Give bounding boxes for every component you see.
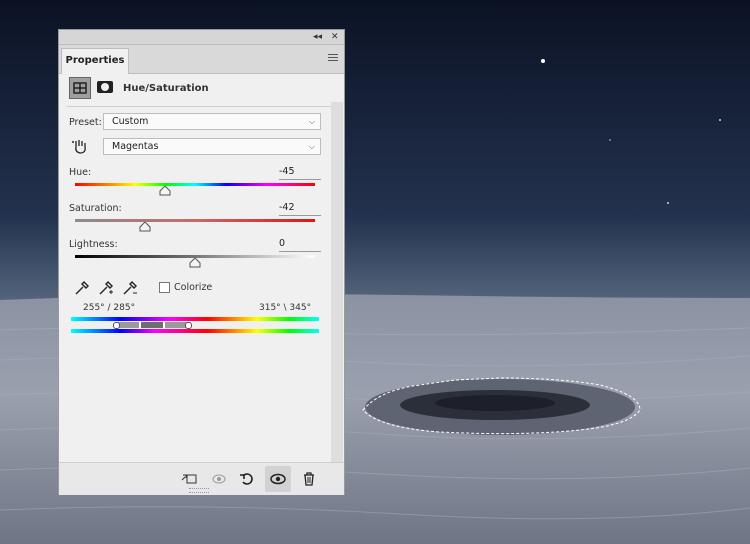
divider <box>67 106 333 107</box>
collapse-panel-icon[interactable]: ◂◂ <box>313 30 322 44</box>
mask-icon[interactable] <box>95 77 117 99</box>
preset-label: Preset: <box>69 117 102 128</box>
panel-menu-icon[interactable] <box>328 54 338 63</box>
resize-grip[interactable] <box>189 488 209 493</box>
range-handle-inner-right[interactable] <box>163 321 165 329</box>
tab-row: Properties <box>59 45 344 74</box>
visibility-eye-icon[interactable] <box>265 466 291 492</box>
tab-properties[interactable]: Properties <box>61 48 129 74</box>
lightness-slider-thumb[interactable] <box>189 258 201 268</box>
range-left-readout: 255° / 285° <box>83 303 136 313</box>
clip-to-layer-icon[interactable] <box>181 471 197 487</box>
close-icon[interactable]: ✕ <box>331 30 339 44</box>
hue-label: Hue: <box>69 167 92 178</box>
adjustment-title: Hue/Saturation <box>123 83 209 94</box>
range-handle-outer-left[interactable] <box>113 322 120 329</box>
saturation-value[interactable]: -42 <box>279 202 321 216</box>
targeted-adjustment-hand-icon[interactable] <box>71 137 89 155</box>
saturation-slider-track[interactable] <box>75 219 315 222</box>
chevron-down-icon: ⌵ <box>308 142 315 151</box>
view-previous-state-icon[interactable] <box>211 471 227 487</box>
range-right-readout: 315° \ 345° <box>259 303 312 313</box>
lightness-value[interactable]: 0 <box>279 238 321 252</box>
eyedropper-icon[interactable] <box>73 279 91 297</box>
preset-dropdown[interactable]: Custom ⌵ <box>103 113 321 130</box>
source-color-bar <box>71 317 319 321</box>
hue-slider-track[interactable] <box>75 183 315 186</box>
range-center[interactable] <box>141 322 163 328</box>
eyedropper-add-icon[interactable] <box>97 279 115 297</box>
hue-value[interactable]: -45 <box>279 166 321 180</box>
scrollbar[interactable] <box>331 102 343 462</box>
range-handle-outer-right[interactable] <box>185 322 192 329</box>
chevron-down-icon: ⌵ <box>308 117 315 126</box>
saturation-label: Saturation: <box>69 203 122 214</box>
hue-slider-thumb[interactable] <box>159 186 171 196</box>
result-color-bar <box>71 329 319 333</box>
adjustment-layer-icon[interactable] <box>69 77 91 99</box>
range-selector[interactable] <box>113 321 192 329</box>
channel-dropdown[interactable]: Magentas ⌵ <box>103 138 321 155</box>
channel-value: Magentas <box>112 141 159 152</box>
colorize-checkbox[interactable] <box>159 282 170 293</box>
trash-icon[interactable] <box>301 471 317 487</box>
range-handle-inner-left[interactable] <box>139 321 141 329</box>
properties-panel: ◂◂ ✕ Properties Hue/Saturation Preset: C… <box>58 29 345 495</box>
preset-value: Custom <box>112 116 149 127</box>
panel-title-bar[interactable]: ◂◂ ✕ <box>59 30 344 45</box>
colorize-label: Colorize <box>174 282 213 293</box>
saturation-slider-thumb[interactable] <box>139 222 151 232</box>
reset-icon[interactable] <box>239 471 255 487</box>
eyedropper-subtract-icon[interactable] <box>121 279 139 297</box>
lightness-label: Lightness: <box>69 239 118 250</box>
